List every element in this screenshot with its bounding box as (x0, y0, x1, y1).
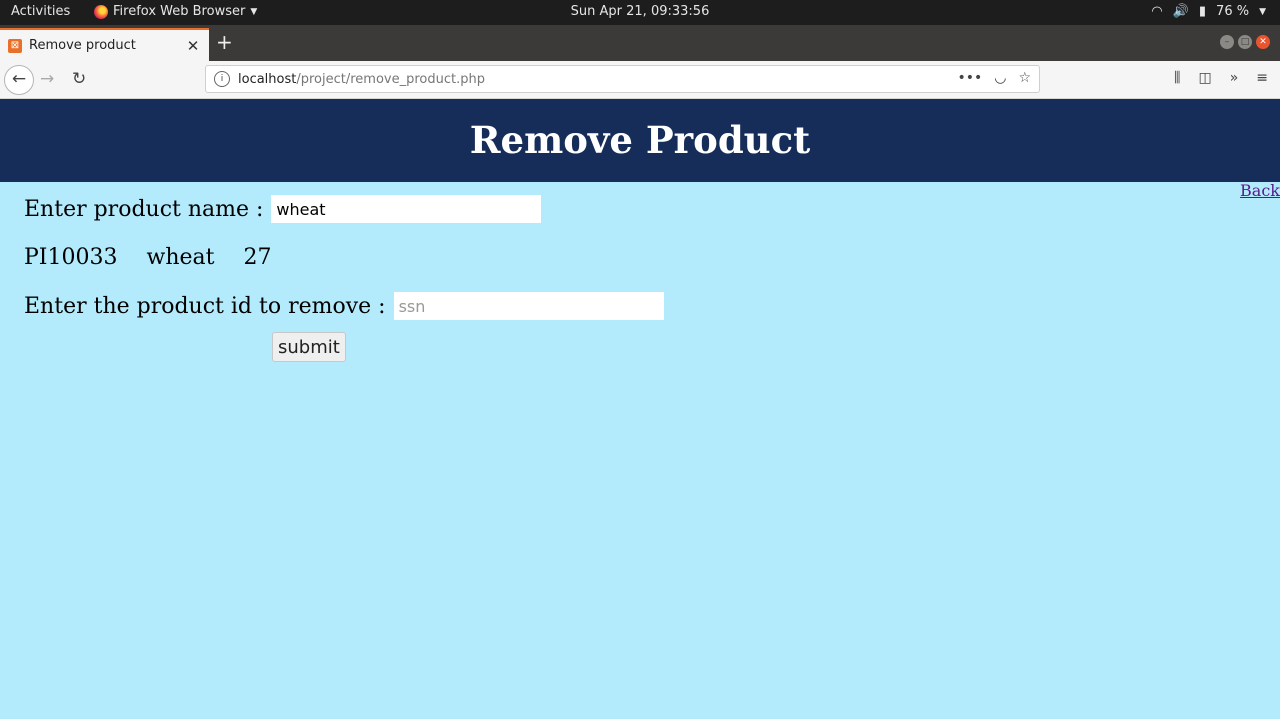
sidebar-icon[interactable]: ◫ (1198, 70, 1211, 86)
result-product-name: wheat (146, 245, 215, 270)
page-title: Remove Product (469, 118, 811, 162)
hamburger-menu-icon[interactable]: ≡ (1256, 70, 1268, 86)
tab-title: Remove product (29, 38, 136, 53)
navigation-bar: ← → ↻ i localhost /project/remove_produc… (0, 61, 1280, 99)
system-tray[interactable]: ◠ 🔊 ▮ 76 % ▼ (1151, 4, 1266, 19)
library-icon[interactable]: ⫼ (1174, 70, 1180, 86)
app-menu-label: Firefox Web Browser (113, 4, 246, 19)
reload-icon[interactable]: ↻ (72, 69, 86, 89)
tab-remove-product[interactable]: ⊠ Remove product ✕ (0, 28, 209, 61)
product-id-input[interactable] (393, 292, 664, 320)
url-host: localhost (238, 71, 297, 87)
url-bar[interactable]: i localhost /project/remove_product.php … (205, 65, 1040, 93)
product-name-input[interactable] (271, 195, 542, 223)
new-tab-icon[interactable]: + (216, 32, 233, 52)
volume-icon: 🔊 (1172, 4, 1189, 19)
product-id-label: Enter the product id to remove : (24, 293, 386, 319)
result-quantity: 27 (243, 245, 272, 270)
firefox-icon (94, 4, 108, 19)
product-name-label: Enter product name : (24, 196, 264, 222)
close-tab-icon[interactable]: ✕ (183, 37, 203, 55)
chevron-down-icon: ▼ (1259, 6, 1266, 17)
result-product-id: PI10033 (24, 245, 118, 270)
overflow-chevron-icon[interactable]: » (1230, 70, 1239, 86)
battery-icon: ▮ (1198, 4, 1207, 19)
wifi-icon: ◠ (1151, 4, 1163, 19)
search-result-row: PI10033 wheat 27 (24, 245, 300, 270)
info-icon[interactable]: i (214, 71, 230, 87)
bookmark-star-icon[interactable]: ☆ (1018, 70, 1031, 86)
maximize-icon[interactable]: □ (1238, 35, 1252, 49)
activities-button[interactable]: Activities (11, 4, 70, 19)
forward-arrow-icon[interactable]: → (40, 69, 54, 89)
favicon-icon: ⊠ (8, 38, 22, 53)
back-arrow-icon[interactable]: ← (4, 65, 34, 95)
system-top-bar: Activities Firefox Web Browser ▼ Sun Apr… (0, 0, 1280, 25)
tab-strip: ⊠ Remove product ✕ (0, 25, 1280, 61)
url-path: /project/remove_product.php (296, 71, 485, 87)
page-header: Remove Product (0, 99, 1280, 182)
submit-button[interactable]: submit (272, 332, 346, 362)
minimize-icon[interactable]: – (1220, 35, 1234, 49)
chevron-down-icon: ▼ (250, 6, 258, 17)
close-window-icon[interactable]: ✕ (1256, 35, 1270, 49)
battery-percent: 76 % (1216, 4, 1250, 19)
app-menu[interactable]: Firefox Web Browser ▼ (94, 4, 257, 19)
page-actions-icon[interactable]: ••• (957, 70, 982, 86)
window-controls: – □ ✕ (1220, 35, 1270, 49)
pocket-icon[interactable]: ◡ (994, 70, 1006, 86)
back-link[interactable]: Back (1240, 181, 1280, 200)
